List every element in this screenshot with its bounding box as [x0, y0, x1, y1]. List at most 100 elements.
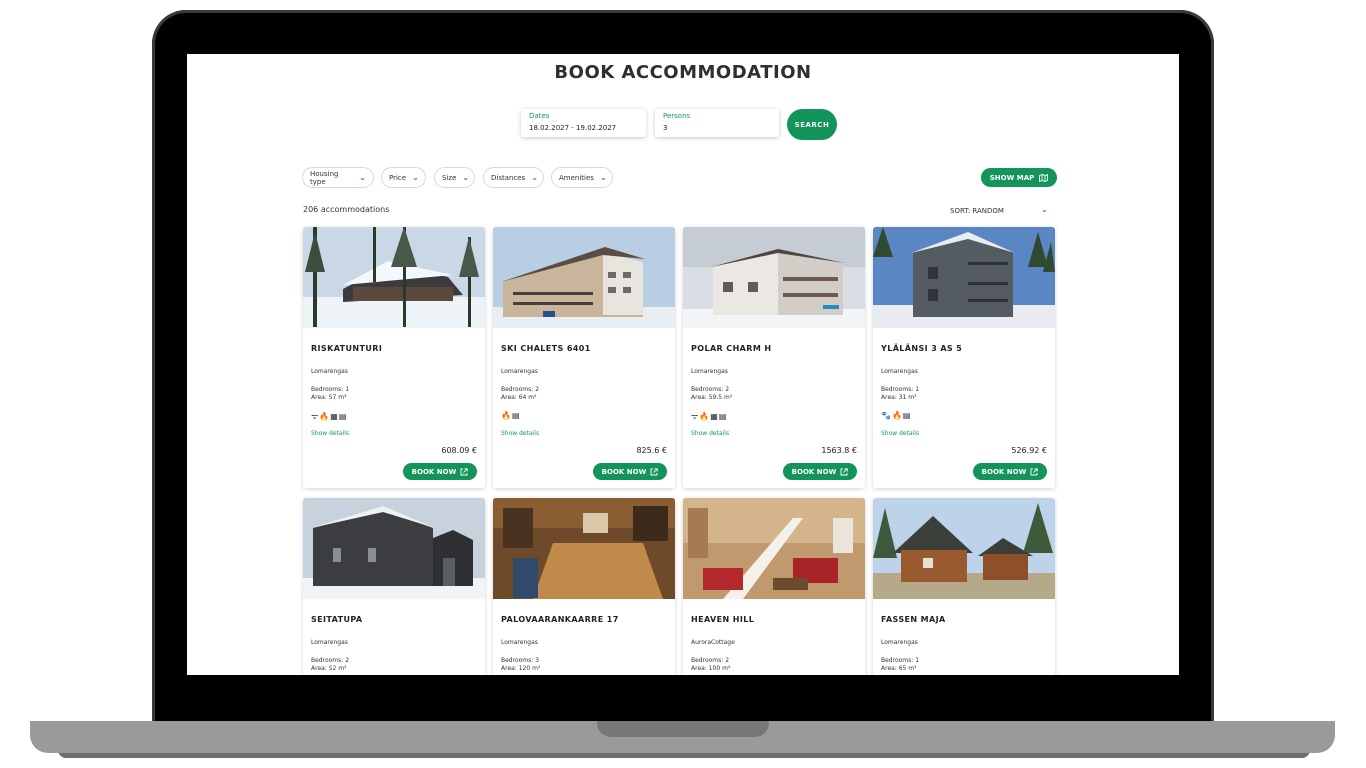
accommodation-photo[interactable]	[873, 498, 1055, 599]
filter-label: Price	[389, 173, 407, 182]
card-area: Area: 65 m²	[881, 665, 917, 672]
amenity-icons: 🐾🔥▤	[881, 411, 912, 420]
filter-amenities[interactable]: Amenities ⌄	[551, 167, 613, 188]
dates-field[interactable]: Dates 18.02.2027 - 19.02.2027	[521, 109, 646, 137]
show-map-button[interactable]: SHOW MAP	[981, 168, 1057, 187]
chevron-down-icon[interactable]: ⌄	[1041, 205, 1048, 214]
show-details-link[interactable]: Show details	[501, 430, 539, 437]
accommodation-photo[interactable]	[683, 227, 865, 328]
card-bedrooms: Bedrooms: 1	[881, 386, 920, 393]
filter-size[interactable]: Size ⌄	[434, 167, 475, 188]
external-link-icon	[1030, 467, 1038, 476]
accommodation-card: RISKATUNTURI Lomarengas Bedrooms: 1 Area…	[303, 227, 485, 488]
card-location: Lomarengas	[311, 368, 348, 375]
persons-field[interactable]: Persons 3	[655, 109, 779, 137]
results-count: 206 accommodations	[303, 205, 390, 214]
card-bedrooms: Bedrooms: 3	[501, 657, 540, 664]
accommodation-card: FASSEN MAJA Lomarengas Bedrooms: 1 Area:…	[873, 498, 1055, 675]
book-now-label: BOOK NOW	[601, 467, 647, 476]
card-bedrooms: Bedrooms: 1	[881, 657, 920, 664]
accommodation-card: PALOVAARANKAARRE 17 Lomarengas Bedrooms:…	[493, 498, 675, 675]
card-title[interactable]: FASSEN MAJA	[881, 615, 946, 624]
filter-label: Housing type	[310, 169, 339, 186]
laptop-notch	[597, 721, 769, 737]
accommodation-card: SEITATUPA Lomarengas Bedrooms: 2 Area: 5…	[303, 498, 485, 675]
dates-label: Dates	[529, 112, 550, 120]
filter-label: Amenities	[559, 173, 594, 182]
card-price: 608.09 €	[441, 446, 477, 455]
card-price: 1563.8 €	[821, 446, 857, 455]
chevron-down-icon: ⌄	[359, 173, 366, 182]
filter-label: Distances	[491, 173, 526, 182]
card-title[interactable]: PALOVAARANKAARRE 17	[501, 615, 619, 624]
chevron-down-icon: ⌄	[462, 173, 470, 182]
card-price: 526.92 €	[1011, 446, 1047, 455]
card-bedrooms: Bedrooms: 2	[691, 386, 730, 393]
accommodation-photo[interactable]	[493, 227, 675, 328]
card-area: Area: 64 m²	[501, 394, 537, 401]
accommodation-photo[interactable]	[873, 227, 1055, 328]
filter-price[interactable]: Price ⌄	[381, 167, 426, 188]
book-now-label: BOOK NOW	[791, 467, 837, 476]
external-link-icon	[650, 467, 658, 476]
accommodation-card: HEAVEN HILL AuroraCottage Bedrooms: 2 Ar…	[683, 498, 865, 675]
book-now-button[interactable]: BOOK NOW	[783, 463, 857, 480]
card-bedrooms: Bedrooms: 2	[501, 386, 540, 393]
accommodation-photo[interactable]	[303, 227, 485, 328]
accommodation-photo[interactable]	[303, 498, 485, 599]
chevron-down-icon: ⌄	[531, 173, 538, 182]
external-link-icon	[840, 467, 848, 476]
book-now-button[interactable]: BOOK NOW	[973, 463, 1047, 480]
sort-select[interactable]: SORT: RANDOM	[950, 207, 1004, 215]
card-area: Area: 120 m²	[501, 665, 541, 672]
book-now-label: BOOK NOW	[981, 467, 1027, 476]
screen: BOOK ACCOMMODATION Dates 18.02.2027 - 19…	[187, 54, 1179, 675]
dates-value: 18.02.2027 - 19.02.2027	[529, 124, 617, 132]
map-icon	[1039, 173, 1049, 182]
card-area: Area: 31 m²	[881, 394, 917, 401]
book-now-button[interactable]: BOOK NOW	[403, 463, 477, 480]
card-title[interactable]: YLÄLÄNSI 3 AS 5	[881, 344, 962, 353]
show-details-link[interactable]: Show details	[311, 430, 349, 437]
accommodation-card: YLÄLÄNSI 3 AS 5 Lomarengas Bedrooms: 1 A…	[873, 227, 1055, 488]
card-price: 825.6 €	[636, 446, 667, 455]
card-area: Area: 52 m²	[311, 665, 347, 672]
card-area: Area: 57 m²	[311, 394, 347, 401]
accommodation-photo[interactable]	[683, 498, 865, 599]
card-title[interactable]: SEITATUPA	[311, 615, 362, 624]
card-location: Lomarengas	[501, 639, 538, 646]
book-now-button[interactable]: BOOK NOW	[593, 463, 667, 480]
card-title[interactable]: SKI CHALETS 6401	[501, 344, 591, 353]
card-location: Lomarengas	[881, 368, 918, 375]
amenity-icons: ᯤ🔥▦▤	[311, 412, 348, 421]
book-now-label: BOOK NOW	[411, 467, 457, 476]
amenity-icons: 🔥▤	[501, 411, 521, 420]
card-title[interactable]: RISKATUNTURI	[311, 344, 382, 353]
card-bedrooms: Bedrooms: 2	[691, 657, 730, 664]
card-location: Lomarengas	[691, 368, 728, 375]
card-location: Lomarengas	[501, 368, 538, 375]
page-title: BOOK ACCOMMODATION	[554, 62, 812, 83]
accommodation-card: POLAR CHARM H Lomarengas Bedrooms: 2 Are…	[683, 227, 865, 488]
filter-distances[interactable]: Distances ⌄	[483, 167, 544, 188]
chevron-down-icon: ⌄	[412, 173, 419, 182]
external-link-icon	[460, 467, 468, 476]
card-bedrooms: Bedrooms: 2	[311, 657, 350, 664]
filter-label: Size	[442, 173, 457, 182]
card-title[interactable]: HEAVEN HILL	[691, 615, 754, 624]
card-location: Lomarengas	[881, 639, 918, 646]
persons-label: Persons	[663, 112, 691, 120]
card-location: Lomarengas	[311, 639, 348, 646]
search-button[interactable]: SEARCH	[787, 109, 837, 140]
card-location: AuroraCottage	[691, 639, 735, 646]
amenity-icons: ᯤ🔥▦▤	[691, 412, 728, 421]
filter-housing-type[interactable]: Housing type ⌄	[302, 167, 374, 188]
card-title[interactable]: POLAR CHARM H	[691, 344, 771, 353]
show-details-link[interactable]: Show details	[881, 430, 919, 437]
accommodation-card: SKI CHALETS 6401 Lomarengas Bedrooms: 2 …	[493, 227, 675, 488]
accommodation-photo[interactable]	[493, 498, 675, 599]
persons-value: 3	[663, 124, 668, 132]
show-map-label: SHOW MAP	[989, 173, 1035, 182]
card-area: Area: 59.5 m²	[691, 394, 733, 401]
show-details-link[interactable]: Show details	[691, 430, 729, 437]
